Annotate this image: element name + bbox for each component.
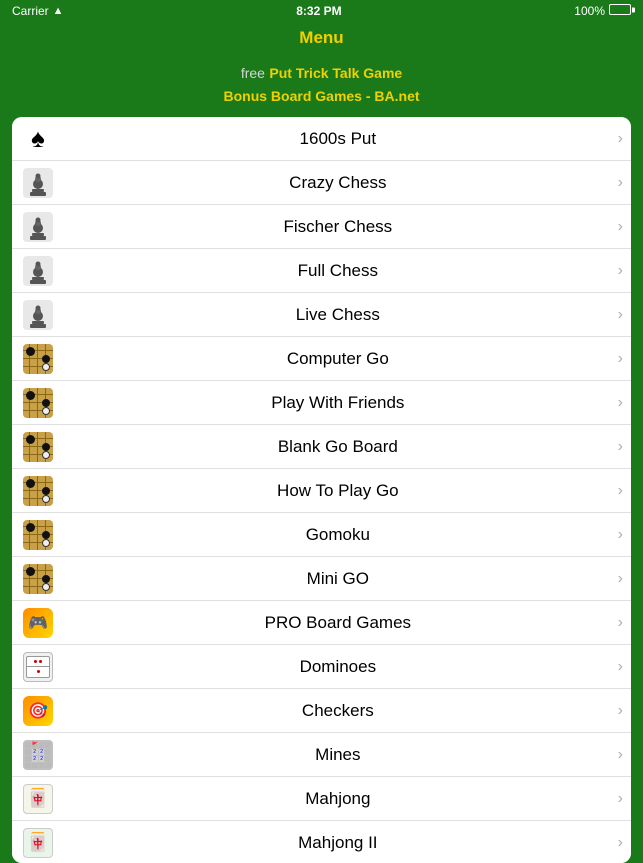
go-board-icon (22, 475, 54, 507)
chevron-icon: › (618, 482, 623, 500)
list-item[interactable]: Mini GO› (12, 557, 631, 601)
go-board-icon (22, 431, 54, 463)
item-label: Fischer Chess (62, 217, 614, 237)
item-label: Gomoku (62, 525, 614, 545)
status-bar: Carrier ▲ 8:32 PM 100% (0, 0, 643, 22)
item-label: PRO Board Games (62, 613, 614, 633)
chevron-icon: › (618, 262, 623, 280)
item-label: Play With Friends (62, 393, 614, 413)
wifi-icon: ▲ (53, 5, 64, 17)
item-label: Computer Go (62, 349, 614, 369)
chevron-icon: › (618, 438, 623, 456)
header: free Put Trick Talk Game Bonus Board Gam… (0, 56, 643, 117)
checkers-icon: 🎯 (22, 695, 54, 727)
chevron-icon: › (618, 526, 623, 544)
list-item[interactable]: Fischer Chess› (12, 205, 631, 249)
item-label: Full Chess (62, 261, 614, 281)
header-free-text: free (241, 65, 265, 81)
status-time: 8:32 PM (296, 4, 341, 18)
chevron-icon: › (618, 702, 623, 720)
item-label: Mini GO (62, 569, 614, 589)
go-board-icon (22, 563, 54, 595)
mines-icon: 🚩2222 (22, 739, 54, 771)
list-item[interactable]: Computer Go› (12, 337, 631, 381)
item-label: Blank Go Board (62, 437, 614, 457)
item-label: Mines (62, 745, 614, 765)
carrier-text: Carrier ▲ (12, 4, 64, 18)
header-title-line2: Bonus Board Games - BA.net (0, 86, 643, 107)
item-label: How To Play Go (62, 481, 614, 501)
chevron-icon: › (618, 746, 623, 764)
item-label: Dominoes (62, 657, 614, 677)
list-item[interactable]: Blank Go Board› (12, 425, 631, 469)
item-label: Crazy Chess (62, 173, 614, 193)
chess-piece-icon (22, 211, 54, 243)
mahjong-icon: 🀄 (22, 783, 54, 815)
list-item[interactable]: How To Play Go› (12, 469, 631, 513)
chevron-icon: › (618, 350, 623, 368)
list-item[interactable]: 🎮 PRO Board Games› (12, 601, 631, 645)
nav-bar: Menu (0, 22, 643, 56)
go-board-icon (22, 519, 54, 551)
chevron-icon: › (618, 570, 623, 588)
list-item[interactable]: Gomoku› (12, 513, 631, 557)
chevron-icon: › (618, 174, 623, 192)
chess-piece-icon (22, 167, 54, 199)
chevron-icon: › (618, 130, 623, 148)
chevron-icon: › (618, 614, 623, 632)
item-label: Checkers (62, 701, 614, 721)
item-label: 1600s Put (62, 129, 614, 149)
go-board-icon (22, 343, 54, 375)
list-item[interactable]: 🎯 Checkers› (12, 689, 631, 733)
list-item[interactable]: 🀄 Mahjong II› (12, 821, 631, 863)
list-item[interactable]: 🀄 Mahjong› (12, 777, 631, 821)
battery-icon (609, 4, 631, 18)
list-item[interactable]: Dominoes› (12, 645, 631, 689)
list-item[interactable]: Live Chess› (12, 293, 631, 337)
go-board-icon (22, 387, 54, 419)
list-item[interactable]: ♠ 1600s Put› (12, 117, 631, 161)
list-item[interactable]: Play With Friends› (12, 381, 631, 425)
chevron-icon: › (618, 218, 623, 236)
dominoes-icon (22, 651, 54, 683)
chevron-icon: › (618, 658, 623, 676)
list-item[interactable]: Full Chess› (12, 249, 631, 293)
chevron-icon: › (618, 834, 623, 852)
status-right: 100% (574, 4, 631, 18)
header-title-line1: Put Trick Talk Game (269, 65, 402, 81)
chess-piece-icon (22, 299, 54, 331)
chevron-icon: › (618, 306, 623, 324)
item-label: Mahjong II (62, 833, 614, 853)
spade-icon: ♠ (22, 123, 54, 155)
menu-button[interactable]: Menu (299, 28, 343, 47)
chevron-icon: › (618, 790, 623, 808)
games-list: ♠1600s Put› Crazy Chess› Fischer Chess› (12, 117, 631, 863)
mahjong2-icon: 🀄 (22, 827, 54, 859)
chess-piece-icon (22, 255, 54, 287)
battery-percent: 100% (574, 4, 605, 18)
pro-board-games-icon: 🎮 (22, 607, 54, 639)
list-item[interactable]: 🚩2222 Mines› (12, 733, 631, 777)
chevron-icon: › (618, 394, 623, 412)
item-label: Live Chess (62, 305, 614, 325)
list-item[interactable]: Crazy Chess› (12, 161, 631, 205)
item-label: Mahjong (62, 789, 614, 809)
